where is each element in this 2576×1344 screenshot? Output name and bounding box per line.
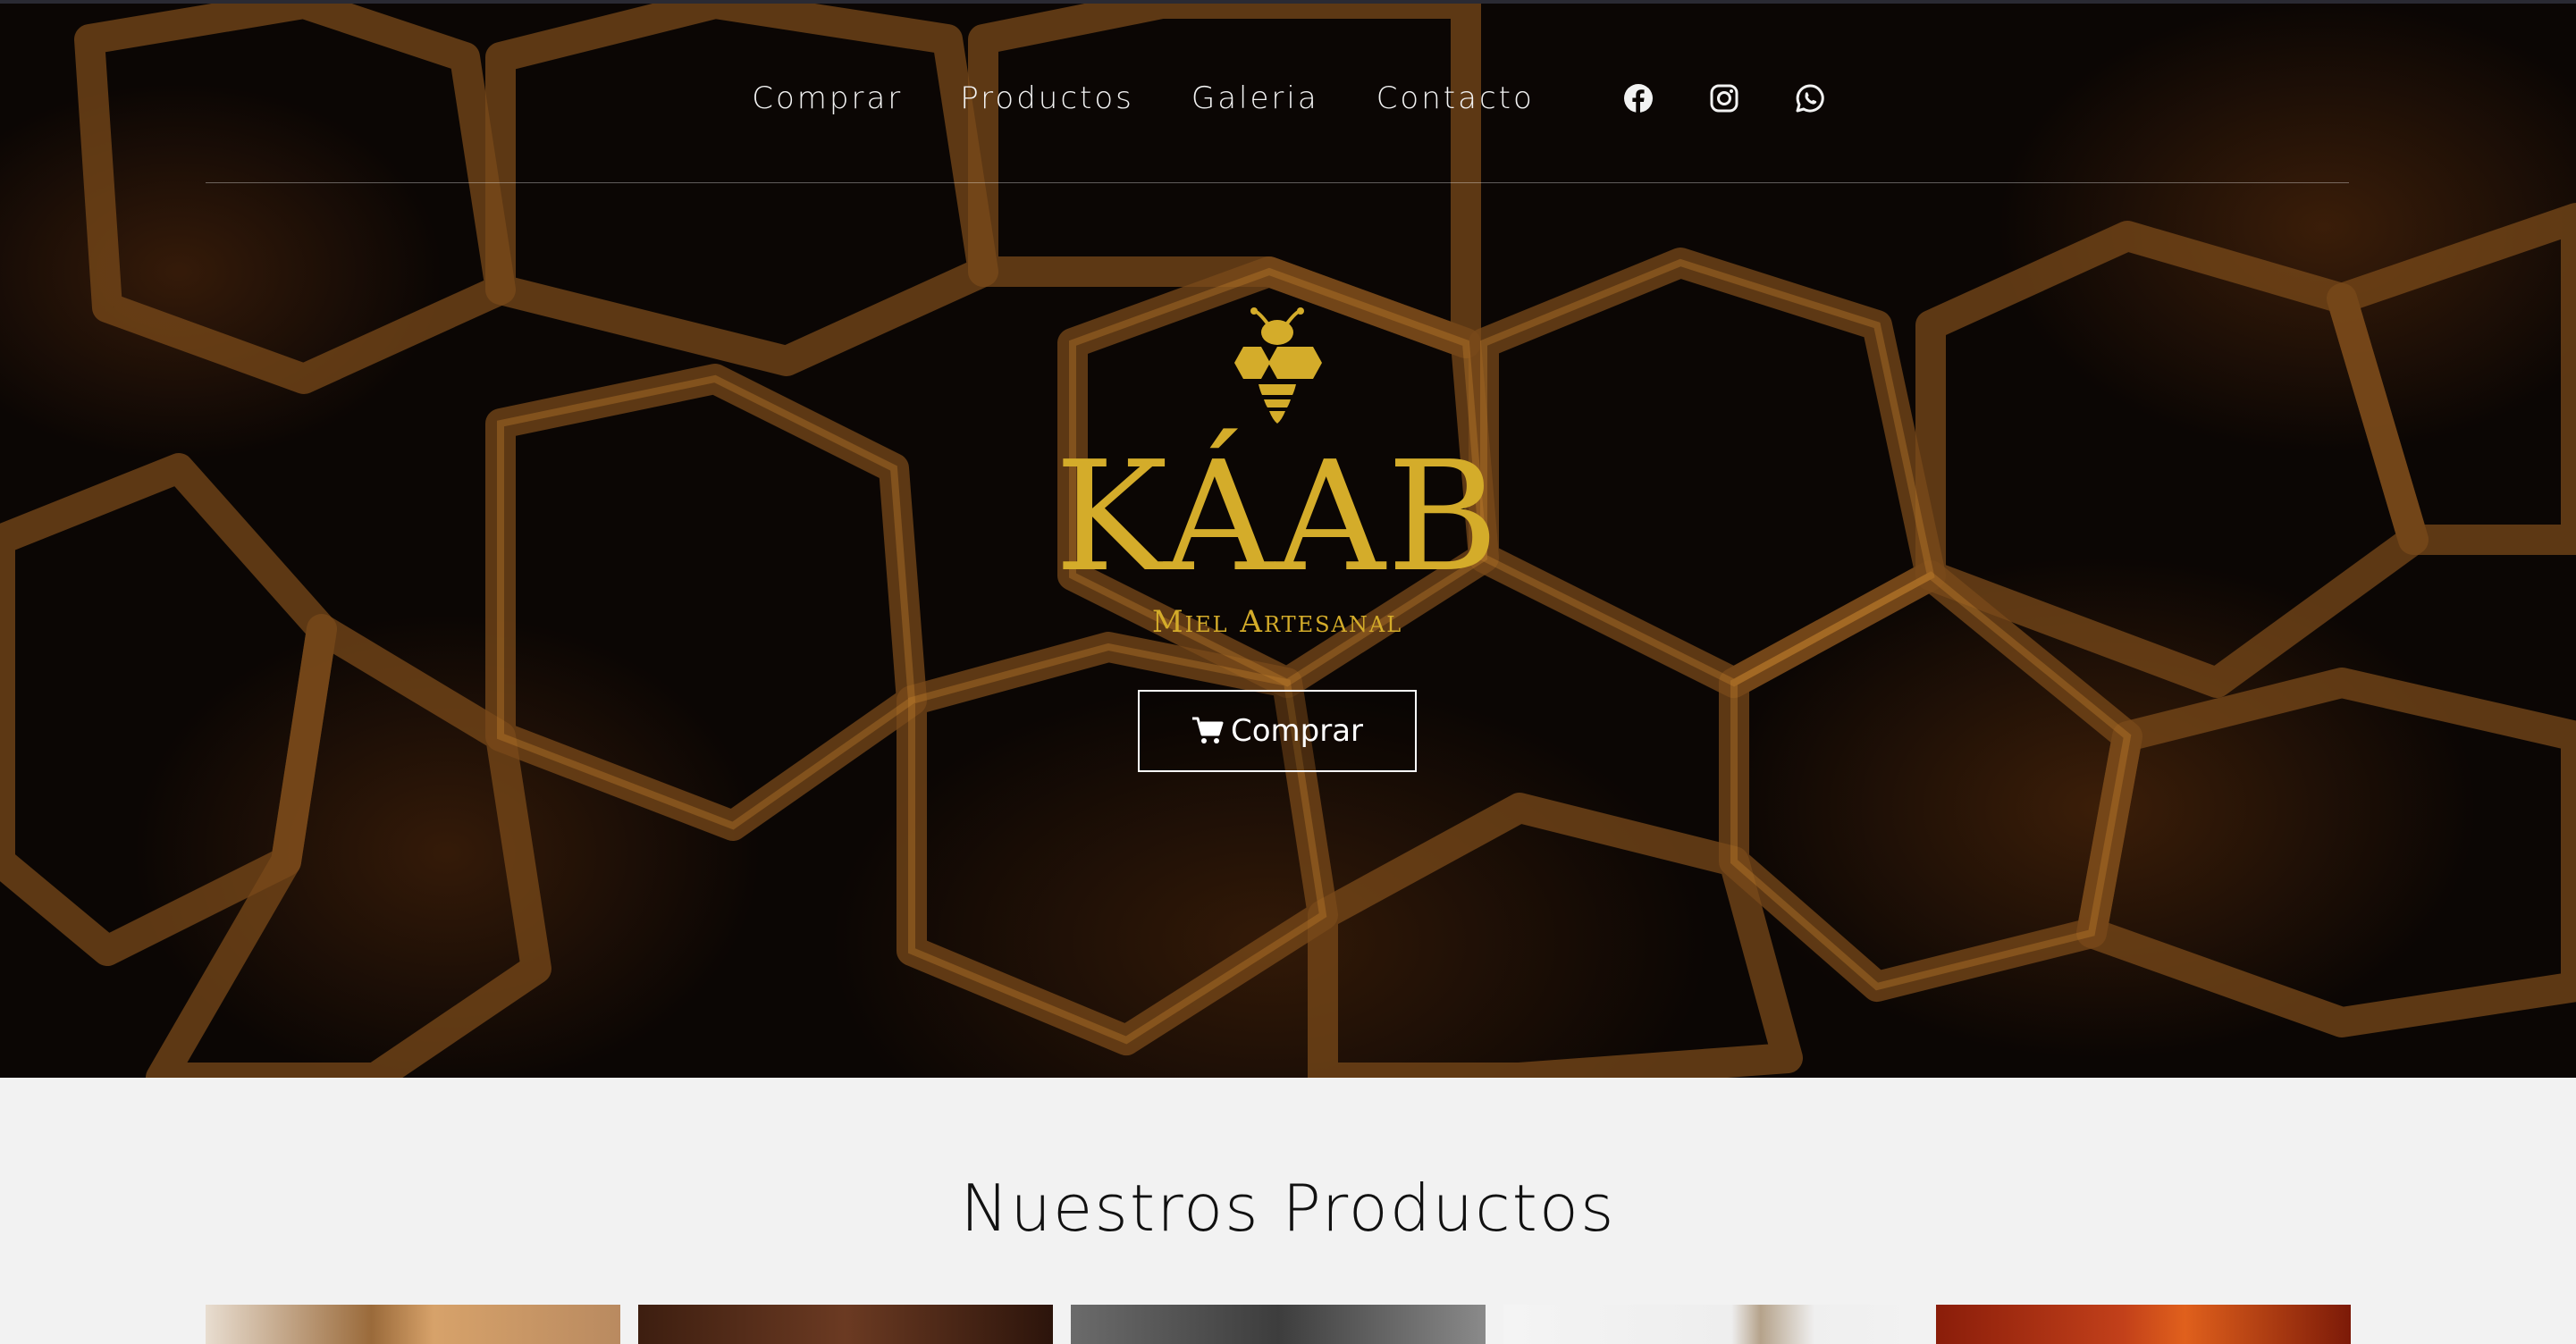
buy-button-label: Comprar bbox=[1230, 713, 1364, 749]
nav-divider bbox=[206, 182, 2349, 183]
whatsapp-icon[interactable] bbox=[1795, 83, 1825, 113]
products-heading: Nuestros Productos bbox=[960, 1171, 1616, 1246]
nav-link-comprar[interactable]: Comprar bbox=[752, 80, 903, 116]
bee-logo-icon bbox=[1234, 307, 1322, 424]
product-card-2[interactable] bbox=[638, 1305, 1053, 1344]
hero-section: Comprar Productos Galeria Contacto KÁAB … bbox=[0, 4, 2576, 1078]
nav-link-contacto[interactable]: Contacto bbox=[1376, 80, 1535, 116]
product-card-4[interactable] bbox=[1503, 1305, 1918, 1344]
product-grid bbox=[206, 1305, 2351, 1344]
social-icons bbox=[1595, 83, 1853, 113]
facebook-icon[interactable] bbox=[1623, 83, 1654, 113]
product-card-3[interactable] bbox=[1071, 1305, 1486, 1344]
product-card-1[interactable] bbox=[206, 1305, 620, 1344]
cart-icon bbox=[1191, 716, 1224, 746]
nav-link-productos[interactable]: Productos bbox=[960, 80, 1134, 116]
main-navigation: Comprar Productos Galeria Contacto bbox=[0, 71, 2576, 125]
brand-logo-text: KÁAB bbox=[1055, 429, 1501, 606]
product-card-5[interactable] bbox=[1936, 1305, 2351, 1344]
buy-button[interactable]: Comprar bbox=[1138, 690, 1417, 772]
brand-tagline: Miel Artesanal bbox=[1151, 604, 1403, 640]
nav-link-galeria[interactable]: Galeria bbox=[1191, 80, 1319, 116]
instagram-icon[interactable] bbox=[1709, 83, 1739, 113]
